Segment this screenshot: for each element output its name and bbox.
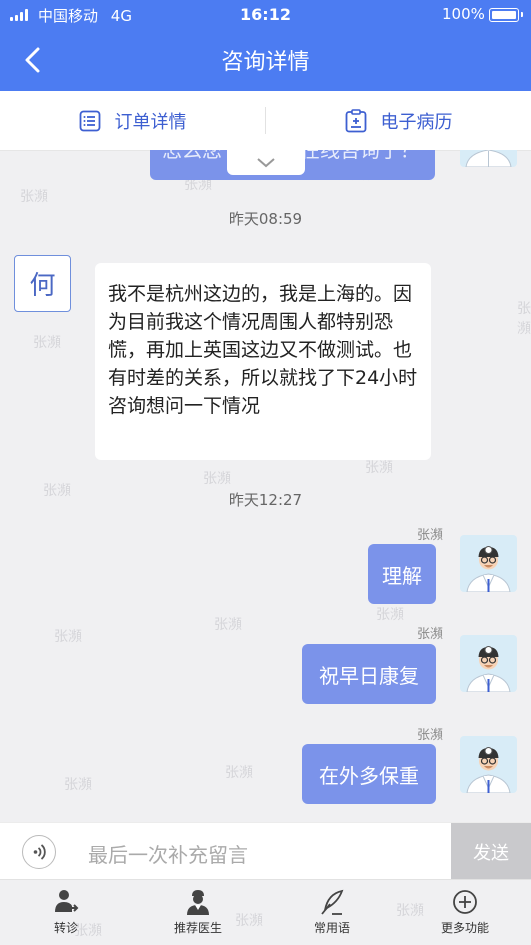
chat-messages[interactable]: 张瀕 张瀕 张瀕 张瀕 张瀕 张瀕 张瀕 张瀕 张瀕 张瀕 张瀕 张瀕 张瀕 张… [0, 150, 531, 822]
patient-avatar: 何 [14, 255, 71, 312]
nav-transfer[interactable]: 转诊 [6, 880, 126, 945]
nav-label: 推荐医生 [173, 921, 222, 935]
doctor-icon [466, 646, 511, 692]
app-header: 中国移动 4G 16:12 100% 咨询详情 [0, 0, 531, 91]
doctor-avatar [460, 535, 517, 592]
status-bar: 中国移动 4G 16:12 100% [0, 0, 531, 30]
timestamp: 昨天12:27 [228, 491, 303, 509]
nav-common-phrases[interactable]: 常用语 [272, 880, 392, 945]
doctor-message-bubble: 理解 [368, 544, 436, 604]
battery-percent: 100% [442, 5, 485, 23]
watermark: 张瀕 [20, 189, 48, 205]
plus-circle-icon [453, 890, 477, 914]
tab-label: 订单详情 [114, 111, 187, 133]
tab-medical-record[interactable]: 电子病历 [266, 91, 531, 150]
watermark: 张瀕 [225, 765, 253, 781]
chevron-down-icon [257, 158, 275, 168]
doctor-avatar [460, 736, 517, 793]
watermark: 张瀕 [33, 335, 61, 351]
page-title: 咨询详情 [221, 50, 310, 75]
timestamp: 昨天08:59 [228, 210, 303, 228]
transfer-icon [55, 890, 79, 912]
tab-label: 电子病历 [380, 111, 453, 133]
supplement-message-input[interactable]: 最后一次补充留言 [88, 839, 248, 868]
sender-name: 张瀕 [417, 728, 444, 743]
watermark: 张瀕 [376, 607, 404, 623]
sender-name: 张瀕 [417, 627, 444, 642]
patient-message-bubble: 我不是杭州这边的，我是上海的。因为目前我这个情况周围人都特别恐慌，再加上英国这边… [95, 263, 431, 460]
nav-label: 转诊 [53, 921, 78, 935]
watermark: 张瀕 [54, 629, 82, 645]
doctor-icon [465, 150, 512, 167]
quill-icon [321, 889, 344, 915]
send-button[interactable]: 发送 [451, 823, 531, 880]
voice-button[interactable] [22, 835, 56, 869]
voice-icon [33, 844, 46, 860]
doctor-message-bubble: 在外多保重 [302, 744, 436, 804]
battery-icon [489, 8, 523, 22]
doctor-avatar [460, 635, 517, 692]
list-icon [79, 110, 100, 131]
watermark: 张瀕 [365, 460, 393, 476]
nav-label: 更多功能 [440, 921, 489, 935]
watermark: 张瀕 [203, 471, 231, 487]
watermark: 张瀕 [64, 777, 92, 793]
nav-recommend-doctor[interactable]: 推荐医生 [138, 880, 258, 945]
medical-record-icon [345, 108, 366, 132]
nav-label: 常用语 [313, 921, 350, 935]
watermark: 张瀕 [517, 301, 531, 337]
doctor-message-bubble: 祝早日康复 [302, 644, 436, 704]
tab-order-details[interactable]: 订单详情 [0, 91, 265, 150]
nav-more-functions[interactable]: 更多功能 [405, 880, 525, 945]
doctor-icon [466, 546, 511, 592]
doctor-icon [187, 890, 209, 915]
message-input-bar: 最后一次补充留言 发送 [0, 822, 531, 880]
tab-bar: 订单详情 电子病历 [0, 91, 531, 151]
doctor-avatar [460, 150, 517, 167]
watermark: 张瀕 [214, 617, 242, 633]
collapse-toggle[interactable] [227, 150, 305, 175]
sender-name: 张瀕 [417, 528, 444, 543]
bottom-toolbar: 张瀕 张瀕 张瀕 转诊 推荐医生 常用语 更多功能 [0, 879, 531, 945]
doctor-icon [466, 747, 511, 793]
